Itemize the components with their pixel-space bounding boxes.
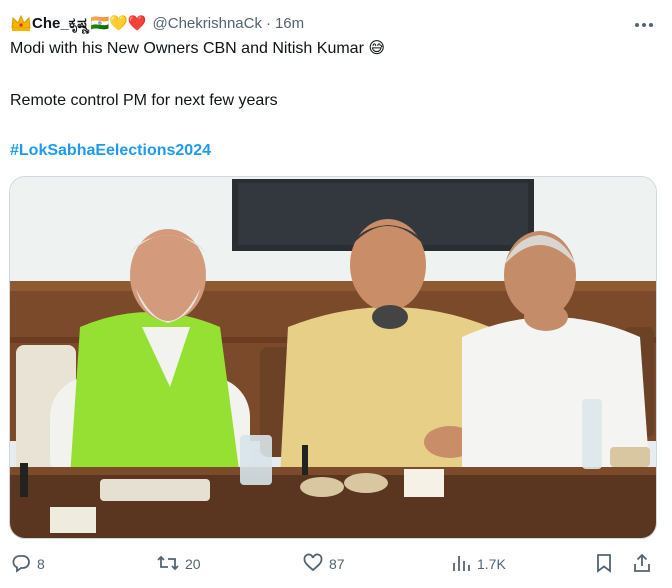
like-icon (303, 553, 329, 576)
tweet-photo[interactable] (9, 176, 657, 539)
crown-icon (10, 14, 32, 32)
bookmark-button[interactable] (595, 548, 619, 580)
share-button[interactable] (632, 548, 658, 580)
display-name[interactable]: Che_ಕೃಷ್ಣ (32, 15, 90, 32)
repost-count: 20 (185, 556, 201, 572)
reply-icon (11, 553, 37, 576)
tweet-text-line-1: Modi with his New Owners CBN and Nitish … (10, 40, 386, 57)
views-icon (451, 553, 477, 576)
bookmark-icon (595, 553, 619, 576)
views-button[interactable]: 1.7K (451, 548, 506, 580)
tweet-header: Che_ಕೃಷ್ಣ 🇮🇳💛❤️ @ChekrishnaCk · 16m (10, 10, 662, 36)
user-handle[interactable]: @ChekrishnaCk (153, 15, 262, 32)
reply-count: 8 (37, 556, 45, 572)
reply-button[interactable]: 8 (11, 548, 45, 580)
separator: · (265, 14, 271, 32)
share-icon (632, 553, 658, 576)
tweet-text-line-2: Remote control PM for next few years (10, 92, 278, 109)
like-button[interactable]: 87 (303, 548, 345, 580)
repost-button[interactable]: 20 (157, 548, 201, 580)
repost-icon (157, 553, 185, 576)
timestamp[interactable]: 16m (275, 15, 304, 32)
like-count: 87 (329, 556, 345, 572)
hashtag-link[interactable]: #LokSabhaEelections2024 (10, 141, 211, 161)
more-icon[interactable] (634, 12, 654, 33)
name-emoji: 🇮🇳💛❤️ (90, 15, 147, 32)
action-bar: 8 20 87 1.7K (0, 548, 672, 580)
views-count: 1.7K (477, 556, 506, 572)
